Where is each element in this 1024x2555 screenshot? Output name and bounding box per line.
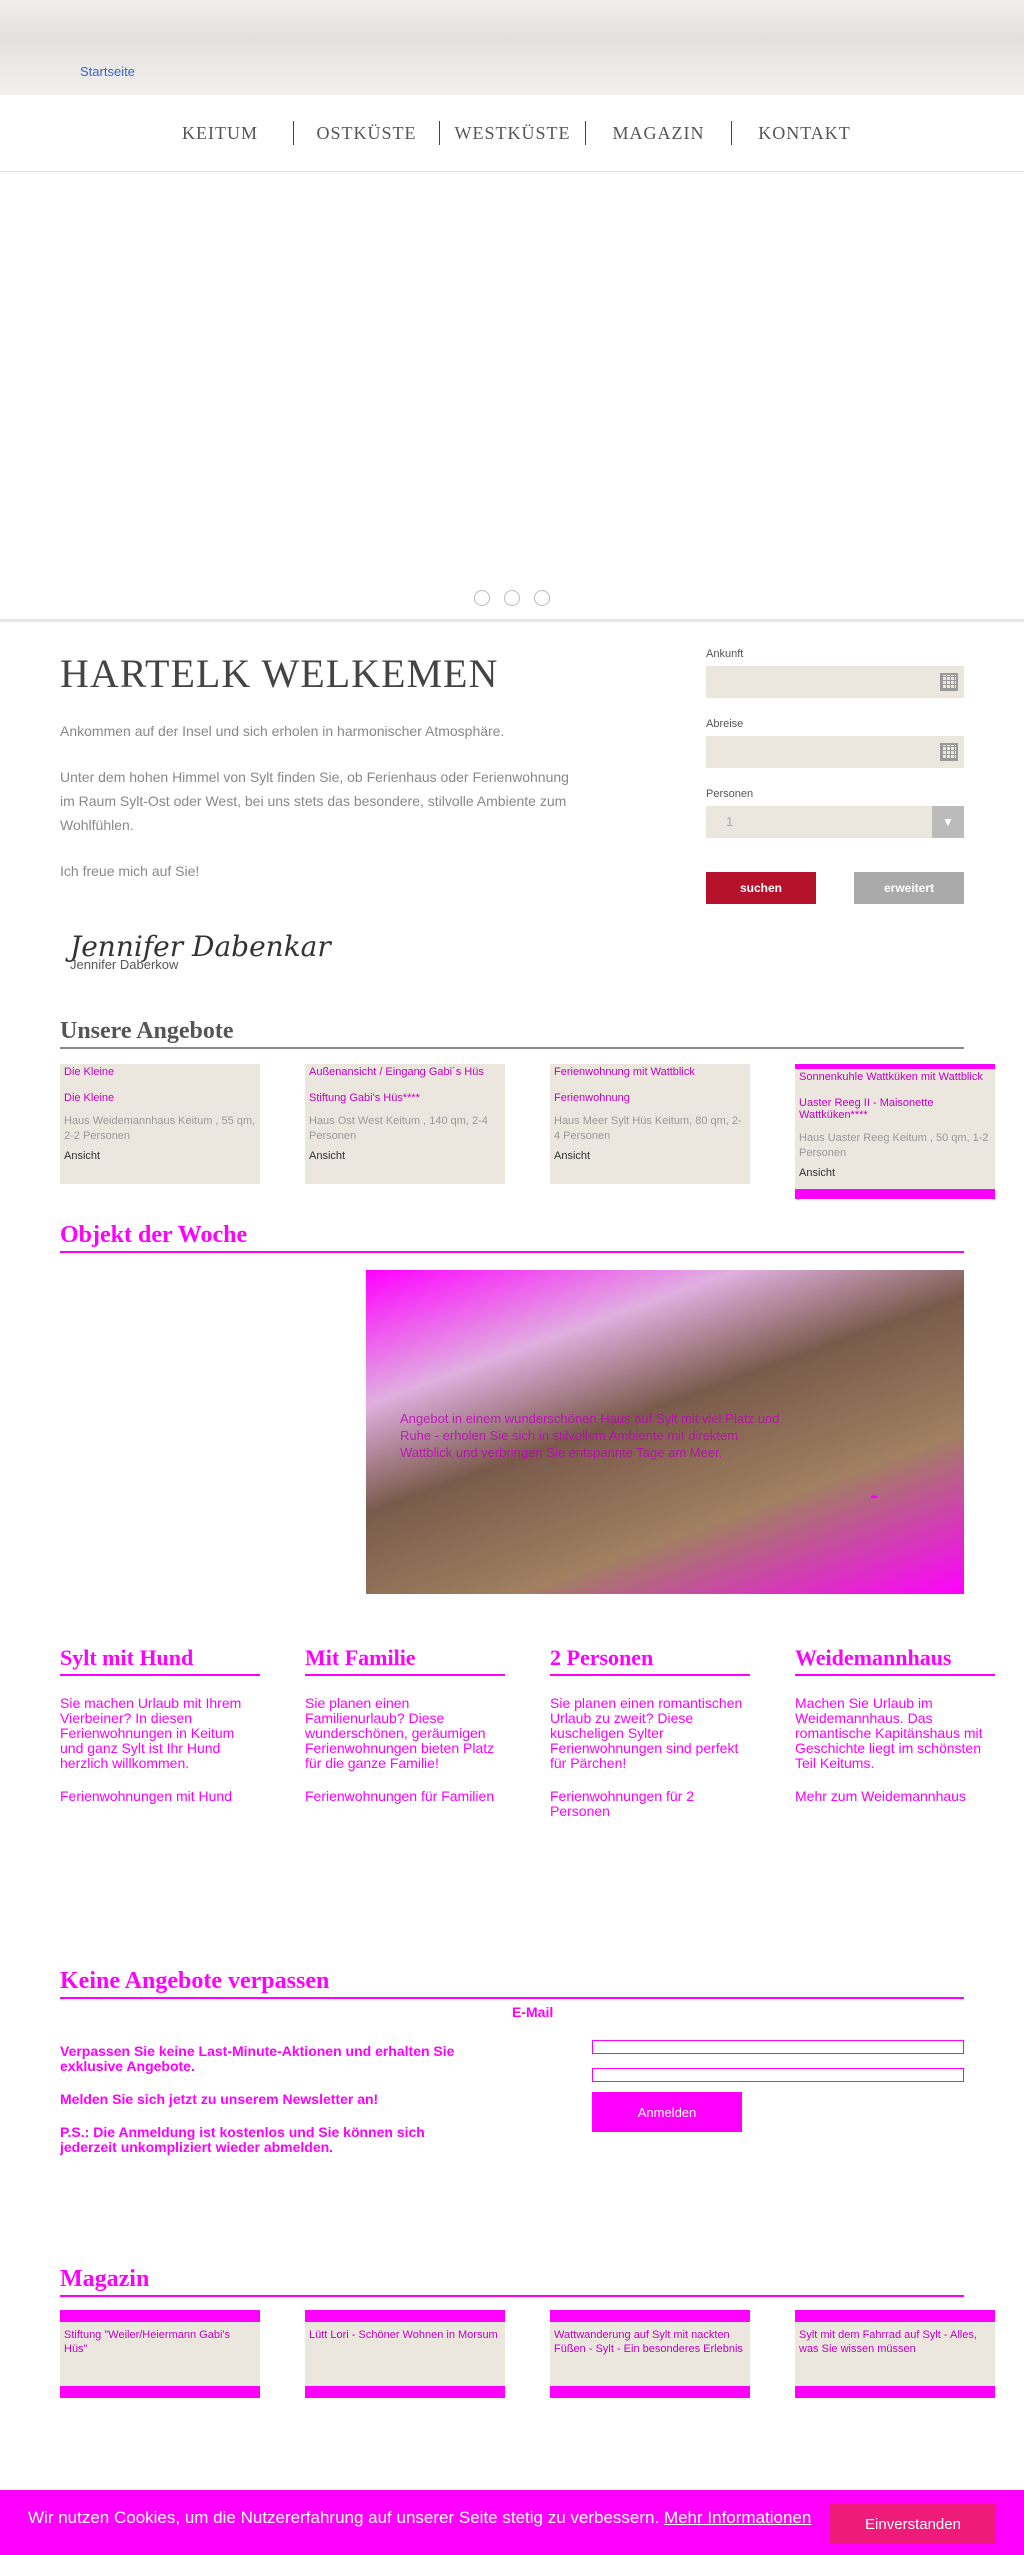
offer-link[interactable]: Ansicht — [64, 1150, 256, 1162]
feature-title[interactable]: Mit Familie — [305, 1647, 505, 1676]
nav-item-magazin[interactable]: MAGAZIN — [585, 121, 731, 145]
magazin-card[interactable]: Sylt mit dem Fahrrad auf Sylt - Alles, w… — [795, 2310, 995, 2398]
offer-image[interactable]: Sonnenkuhle Wattküken mit Wattblick — [799, 1071, 991, 1083]
offer-title[interactable]: Die Kleine — [64, 1092, 256, 1104]
newsletter-p2: Melden Sie sich jetzt zu unserem Newslet… — [60, 2091, 379, 2107]
offer-desc: Haus Ost West Keitum , 140 qm, 2-4 Perso… — [309, 1115, 488, 1142]
feature-title[interactable]: 2 Personen — [550, 1647, 750, 1676]
persons-select[interactable]: 1 ▼ — [706, 806, 964, 838]
newsletter-text: Verpassen Sie keine Last-Minute-Aktionen… — [60, 2044, 480, 2173]
slider-dot[interactable] — [473, 590, 490, 606]
welcome-intro: Ankommen auf der Insel und sich erholen … — [60, 723, 505, 739]
arrival-field[interactable] — [706, 666, 964, 698]
calendar-icon[interactable] — [940, 743, 958, 761]
feature-text: Sie machen Urlaub mit Ihrem Vierbeiner? … — [60, 1695, 242, 1771]
nav-item-westkueste[interactable]: WESTKÜSTE — [439, 121, 585, 145]
newsletter-p1: Verpassen Sie keine Last-Minute-Aktionen… — [60, 2043, 455, 2074]
offer-image[interactable]: Außenansicht / Eingang Gabi´s Hüs — [309, 1066, 501, 1078]
advanced-search-button[interactable]: erweitert — [854, 872, 964, 904]
arrival-label: Ankunft — [706, 648, 744, 660]
main-nav: KEITUM OSTKÜSTE WESTKÜSTE MAGAZIN KONTAK… — [0, 95, 1024, 172]
features-list: Sylt mit Hund Sie machen Urlaub mit Ihre… — [60, 1647, 995, 1837]
magazin-card[interactable]: Lütt Lori - Schöner Wohnen in Morsum — [305, 2310, 505, 2398]
slider-dots — [0, 590, 1024, 611]
offer-desc: Haus Meer Sylt Hüs Keitum, 80 qm, 2-4 Pe… — [554, 1115, 742, 1142]
email-field[interactable] — [592, 2040, 964, 2054]
welcome-closing: Ich freue mich auf Sie! — [60, 863, 200, 879]
offers-list: Die Kleine Die Kleine Haus Weidemannhaus… — [60, 1064, 995, 1199]
booking-buttons: suchen erweitert — [706, 872, 964, 904]
feature-text: Sie planen einen Familienurlaub? Diese w… — [305, 1695, 495, 1771]
nav-item-ostkueste[interactable]: OSTKÜSTE — [293, 121, 439, 145]
offer-link[interactable]: Ansicht — [799, 1167, 991, 1179]
offer-link[interactable]: Ansicht — [554, 1150, 746, 1162]
slider-dot[interactable] — [534, 590, 551, 606]
chevron-down-icon[interactable]: ▼ — [932, 806, 964, 838]
offer-card[interactable]: Ferienwohnung mit Wattblick Ferienwohnun… — [550, 1064, 750, 1184]
magazin-card[interactable]: Wattwanderung auf Sylt mit nackten Füßen… — [550, 2310, 750, 2398]
offer-link[interactable]: Ansicht — [309, 1150, 501, 1162]
email-label: E-Mail — [512, 2004, 554, 2020]
signature: Jennifer Dabenkar Jennifer Daberkow — [70, 930, 331, 972]
magazin-list: Stiftung "Weiler/Heiermann Gabi's Hüs" L… — [60, 2310, 995, 2398]
newsletter-p3: P.S.: Die Anmeldung ist kostenlos und Si… — [60, 2124, 425, 2155]
offer-card[interactable]: Sonnenkuhle Wattküken mit Wattblick Uast… — [795, 1064, 995, 1199]
cookie-more-link[interactable]: Mehr Informationen — [664, 2508, 811, 2527]
persons-value: 1 — [726, 814, 734, 829]
subscribe-button[interactable]: Anmelden — [592, 2092, 742, 2132]
object-of-week-text: Angebot in einem wunderschönen Haus auf … — [400, 1411, 780, 1460]
offer-image[interactable]: Die Kleine — [64, 1066, 256, 1078]
departure-label: Abreise — [706, 718, 744, 730]
feature-text: Machen Sie Urlaub im Weidemannhaus. Das … — [795, 1695, 983, 1771]
feature-weidemannhaus: Weidemannhaus Machen Sie Urlaub im Weide… — [795, 1647, 995, 1837]
feature-link[interactable]: Ferienwohnungen für Familien — [305, 1789, 505, 1804]
welcome-title: HARTELK WELKEMEN — [60, 651, 499, 696]
offer-image[interactable]: Ferienwohnung mit Wattblick — [554, 1066, 746, 1078]
feature-link[interactable]: Ferienwohnungen für 2 Personen — [550, 1789, 750, 1819]
feature-text: Sie planen einen romantischen Urlaub zu … — [550, 1695, 743, 1771]
calendar-icon[interactable] — [940, 673, 958, 691]
booking-form: Ankunft Abreise Personen 1 ▼ suchen erwe… — [706, 648, 964, 904]
feature-title[interactable]: Weidemannhaus — [795, 1647, 995, 1676]
feature-family: Mit Familie Sie planen einen Familienurl… — [305, 1647, 505, 1837]
cookie-banner: Wir nutzen Cookies, um die Nutzererfahru… — [0, 2490, 1024, 2555]
site-logo[interactable]: Startseite — [80, 64, 135, 79]
slider-dot[interactable] — [504, 590, 520, 606]
object-of-week-title: Objekt der Woche — [60, 1222, 964, 1253]
welcome-text: Unter dem hohen Himmel von Sylt finden S… — [60, 769, 569, 833]
magazin-title: Magazin — [60, 2266, 964, 2297]
offers-title: Unsere Angebote — [60, 1018, 964, 1049]
newsletter-title: Keine Angebote verpassen — [60, 1968, 964, 1999]
cookie-text: Wir nutzen Cookies, um die Nutzererfahru… — [28, 2508, 660, 2527]
nav-item-keitum[interactable]: KEITUM — [147, 121, 293, 145]
offer-title[interactable]: Ferienwohnung — [554, 1092, 746, 1104]
departure-field[interactable] — [706, 736, 964, 768]
persons-label: Personen — [706, 788, 754, 800]
feature-couples: 2 Personen Sie planen einen romantischen… — [550, 1647, 750, 1837]
offer-card[interactable]: Außenansicht / Eingang Gabi´s Hüs Stiftu… — [305, 1064, 505, 1184]
cookie-accept-button[interactable]: Einverstanden — [830, 2504, 996, 2544]
feature-dog: Sylt mit Hund Sie machen Urlaub mit Ihre… — [60, 1647, 260, 1837]
offer-card[interactable]: Die Kleine Die Kleine Haus Weidemannhaus… — [60, 1064, 260, 1184]
offer-title[interactable]: Stiftung Gabi's Hüs**** — [309, 1092, 501, 1104]
nav-item-kontakt[interactable]: KONTAKT — [731, 121, 877, 145]
welcome-section: HARTELK WELKEMEN Ankommen auf der Insel … — [60, 650, 580, 883]
feature-title[interactable]: Sylt mit Hund — [60, 1647, 260, 1676]
offer-desc: Haus Uaster Reeg Keitum , 50 qm, 1-2 Per… — [799, 1132, 989, 1159]
search-button[interactable]: suchen — [706, 872, 816, 904]
site-header: Startseite — [0, 0, 1024, 95]
magazin-card[interactable]: Stiftung "Weiler/Heiermann Gabi's Hüs" — [60, 2310, 260, 2398]
hero-slider — [0, 172, 1024, 622]
email-field-confirm[interactable] — [592, 2068, 964, 2082]
offer-desc: Haus Weidemannhaus Keitum , 55 qm, 2-2 P… — [64, 1115, 256, 1142]
feature-link[interactable]: Mehr zum Weidemannhaus — [795, 1789, 995, 1804]
feature-link[interactable]: Ferienwohnungen mit Hund — [60, 1789, 260, 1804]
offer-title[interactable]: Uaster Reeg II - Maisonette Wattküken***… — [799, 1097, 991, 1121]
